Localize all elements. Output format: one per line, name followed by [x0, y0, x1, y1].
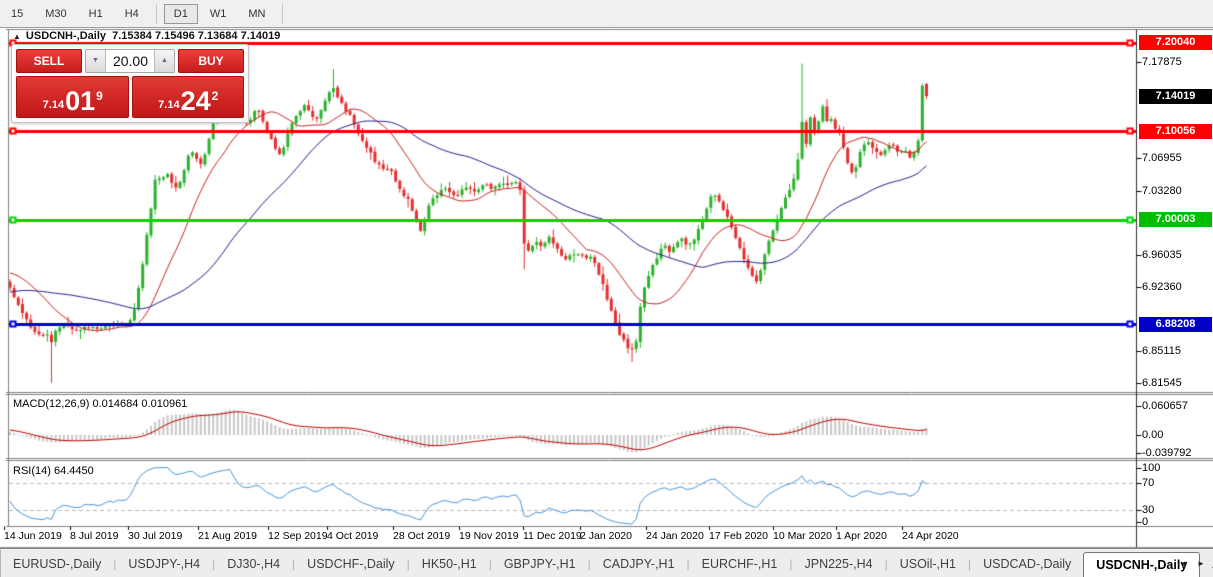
date-tick-label: 17 Feb 2020	[709, 530, 768, 542]
macd-tick-label: 0.060657	[1142, 399, 1212, 413]
price-badge-6.88208: 6.88208	[1139, 317, 1212, 332]
price-tick-label: 7.06955	[1142, 151, 1212, 165]
tab-usdjpy-h4[interactable]: USDJPY-,H4	[116, 551, 212, 577]
price-tick-label: 6.85115	[1142, 344, 1212, 358]
date-tick-label: 24 Jan 2020	[646, 530, 704, 542]
date-tick-label: 14 Jun 2019	[4, 530, 62, 542]
toolbar-separator	[156, 4, 157, 24]
macd-tick-label: 0.00	[1142, 428, 1212, 442]
trading-platform-window: 15M30H1H4 D1W1MN ▲ USDCNH-,Daily 7.15384 7…	[0, 0, 1213, 577]
price-badge-7.00003: 7.00003	[1139, 212, 1212, 227]
tab-gbpjpy-h1[interactable]: GBPJPY-,H1	[492, 551, 588, 577]
price-tick-label: 6.96035	[1142, 248, 1212, 262]
tab-usdchf-daily[interactable]: USDCHF-,Daily	[295, 551, 407, 577]
price-tick-label: 7.03280	[1142, 184, 1212, 198]
buy-quote-button[interactable]: 7.14 24 2	[132, 76, 245, 118]
price-tick-label: 7.17875	[1142, 55, 1212, 69]
volume-stepper: ▼ 20.00 ▲	[85, 49, 175, 73]
rsi-value: 64.4450	[54, 465, 94, 477]
rsi-tick-label: 70	[1142, 476, 1212, 490]
tab-dj30-h4[interactable]: DJ30-,H4	[215, 551, 292, 577]
buy-price-big: 24	[181, 88, 211, 114]
tab-scroll-left-icon[interactable]: ◄	[1174, 556, 1192, 572]
buy-button[interactable]: BUY	[178, 49, 244, 73]
tab-hk50-h1[interactable]: HK50-,H1	[410, 551, 489, 577]
tab-usdcad-daily[interactable]: USDCAD-,Daily	[971, 551, 1083, 577]
one-click-trade-panel: SELL ▼ 20.00 ▲ BUY 7.14 01 9 7.14 24 2	[11, 44, 249, 123]
sell-button[interactable]: SELL	[16, 49, 82, 73]
price-badge-7.14019: 7.14019	[1139, 89, 1212, 104]
timeframe-button-mn[interactable]: MN	[238, 4, 275, 24]
sell-price-pipette: 9	[96, 89, 103, 103]
tab-scroll-arrows: ◄ ►	[1174, 556, 1210, 572]
date-tick-label: 30 Jul 2019	[128, 530, 182, 542]
timeframe-toolbar: 15M30H1H4 D1W1MN	[0, 0, 1213, 28]
tab-jpn225-h4[interactable]: JPN225-,H4	[792, 551, 884, 577]
sell-price-big: 01	[65, 88, 95, 114]
chart-ohlc-values: 7.15384 7.15496 7.13684 7.14019	[112, 30, 280, 42]
tab-scroll-right-icon[interactable]: ►	[1192, 556, 1210, 572]
date-tick-label: 11 Dec 2019	[523, 530, 582, 542]
chart-symbol-label: USDCNH-,Daily	[26, 30, 106, 42]
volume-decrease-icon[interactable]: ▼	[86, 50, 106, 72]
tab-usoil-h1[interactable]: USOil-,H1	[888, 551, 968, 577]
date-tick-label: 8 Jul 2019	[70, 530, 118, 542]
tab-cadjpy-h1[interactable]: CADJPY-,H1	[591, 551, 687, 577]
tab-eurusd-daily[interactable]: EURUSD-,Daily	[1, 551, 113, 577]
toolbar-separator	[282, 4, 283, 24]
timeframe-button-d1[interactable]: D1	[164, 4, 198, 24]
date-tick-label: 21 Aug 2019	[198, 530, 257, 542]
timeframe-button-m30[interactable]: M30	[35, 4, 76, 24]
date-tick-label: 19 Nov 2019	[459, 530, 519, 542]
macd-tick-label: -0.039792	[1142, 446, 1212, 460]
chart-title: ▲ USDCNH-,Daily 7.15384 7.15496 7.13684 7…	[13, 30, 280, 42]
date-tick-label: 24 Apr 2020	[902, 530, 959, 542]
date-tick-label: 10 Mar 2020	[773, 530, 832, 542]
price-tick-label: 6.92360	[1142, 280, 1212, 294]
sell-quote-button[interactable]: 7.14 01 9	[16, 76, 129, 118]
buy-price-prefix: 7.14	[158, 99, 179, 111]
tab-eurchf-h1[interactable]: EURCHF-,H1	[690, 551, 790, 577]
date-tick-label: 1 Apr 2020	[836, 530, 887, 542]
collapse-arrow-icon[interactable]: ▲	[13, 32, 21, 41]
macd-indicator-label: MACD(12,26,9) 0.014684 0.010961	[13, 398, 187, 410]
volume-increase-icon[interactable]: ▲	[154, 50, 174, 72]
date-tick-label: 12 Sep 2019	[268, 530, 328, 542]
rsi-tick-label: 0	[1142, 515, 1212, 529]
chart-area: ▲ USDCNH-,Daily 7.15384 7.15496 7.13684 7…	[0, 28, 1213, 548]
date-tick-label: 28 Oct 2019	[393, 530, 450, 542]
rsi-tick-label: 100	[1142, 461, 1212, 475]
timeframe-button-h1[interactable]: H1	[79, 4, 113, 24]
price-tick-label: 6.81545	[1142, 376, 1212, 390]
date-tick-label: 2 Jan 2020	[580, 530, 632, 542]
price-badge-7.10056: 7.10056	[1139, 124, 1212, 139]
chart-tab-bar: EURUSD-,Daily|USDJPY-,H4|DJ30-,H4|USDCHF…	[0, 548, 1213, 577]
buy-price-pipette: 2	[212, 89, 219, 103]
macd-values: 0.014684 0.010961	[92, 398, 187, 410]
rsi-indicator-label: RSI(14) 64.4450	[13, 465, 94, 477]
timeframe-button-h4[interactable]: H4	[115, 4, 149, 24]
tabs: EURUSD-,Daily|USDJPY-,H4|DJ30-,H4|USDCHF…	[1, 551, 1213, 577]
sell-price-prefix: 7.14	[43, 99, 64, 111]
volume-field[interactable]: 20.00	[106, 50, 154, 72]
date-tick-label: 4 Oct 2019	[327, 530, 378, 542]
timeframe-button-15[interactable]: 15	[1, 4, 33, 24]
timeframe-button-w1[interactable]: W1	[200, 4, 237, 24]
price-badge-7.20040: 7.20040	[1139, 35, 1212, 50]
